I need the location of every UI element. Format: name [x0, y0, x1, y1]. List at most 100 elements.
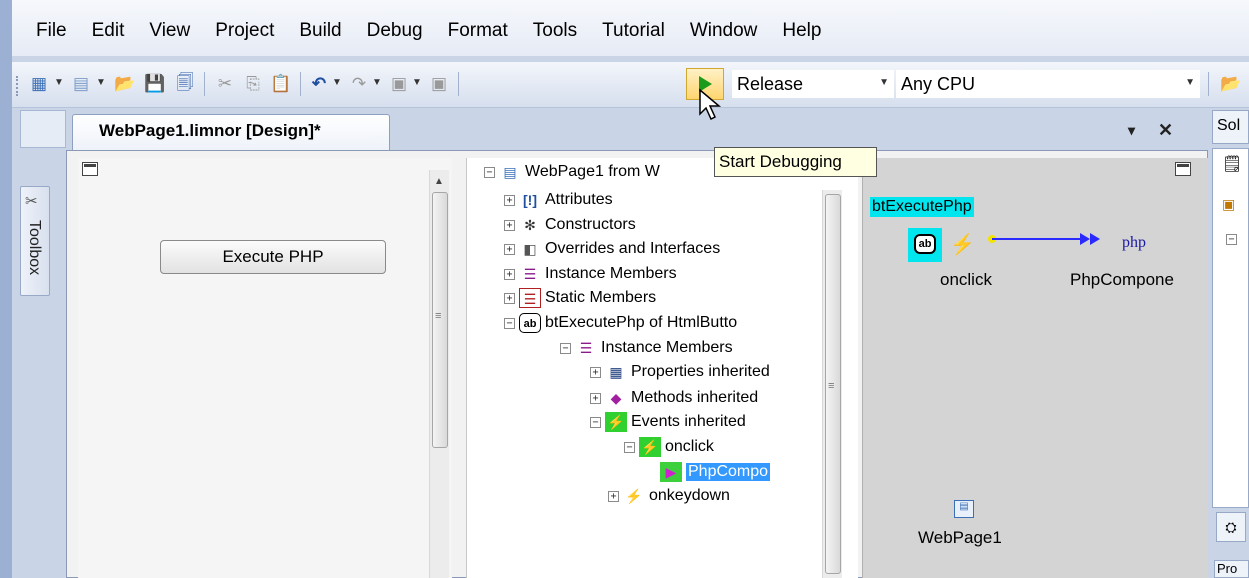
tree-item-overrides[interactable]: + ◧ Overrides and Interfaces: [504, 237, 720, 261]
tree-item-onclick[interactable]: − ⚡ onclick: [624, 435, 714, 459]
tree-item-instance-members-sub[interactable]: − ☰ Instance Members: [560, 336, 733, 360]
event-icon: ⚡: [625, 488, 643, 504]
menu-format[interactable]: Format: [448, 20, 508, 42]
menu-tutorial[interactable]: Tutorial: [602, 20, 665, 42]
solution-platform-combo[interactable]: Any CPU ▼: [896, 70, 1200, 98]
instance-members-icon: ☰: [579, 340, 593, 356]
tree-item-constructors[interactable]: + ✻ Constructors: [504, 213, 636, 237]
tree-item-label: Methods inherited: [631, 389, 759, 406]
tree-item-methods-inherited[interactable]: + ◆ Methods inherited: [590, 386, 758, 410]
redo-icon[interactable]: ↷: [346, 71, 372, 97]
collapse-icon[interactable]: −: [624, 441, 635, 453]
add-item-dropdown-icon[interactable]: ▼: [96, 77, 106, 88]
event-handler-icon: ⚡: [639, 437, 661, 457]
collapse-icon[interactable]: −: [504, 317, 515, 329]
expand-icon[interactable]: +: [504, 219, 515, 231]
menu-file[interactable]: File: [36, 20, 67, 42]
tree-item-phpcomponent[interactable]: ▶ PhpCompo: [660, 460, 771, 484]
toolbox-icon: ✂: [25, 193, 38, 210]
save-all-icon[interactable]: 🗐: [172, 71, 198, 97]
tree-item-events-inherited[interactable]: − ⚡ Events inherited: [590, 410, 746, 434]
interfaces-icon: ◧: [523, 241, 537, 257]
active-files-dropdown-icon[interactable]: ▾: [1128, 122, 1135, 139]
solution-configuration-combo[interactable]: Release ▼: [732, 70, 894, 98]
class-view-icon[interactable]: ⛭: [1216, 512, 1246, 542]
expand-icon[interactable]: +: [504, 268, 515, 280]
diagram-selected-label[interactable]: btExecutePhp: [870, 197, 974, 217]
cut-icon[interactable]: ✂: [212, 71, 238, 97]
undo-dropdown-icon[interactable]: ▼: [332, 77, 342, 88]
chevron-down-icon[interactable]: ▼: [879, 77, 889, 88]
toolbar-separator: [204, 72, 205, 96]
properties-icon[interactable]: 🗒: [1222, 154, 1242, 174]
navigate-backward-icon[interactable]: ▣: [386, 71, 412, 97]
menu-help[interactable]: Help: [782, 20, 821, 42]
menu-edit[interactable]: Edit: [92, 20, 125, 42]
add-item-icon[interactable]: ▤: [68, 71, 94, 97]
close-icon[interactable]: ✕: [1158, 120, 1173, 141]
tree-root[interactable]: − ▤ WebPage1 from W: [484, 160, 660, 184]
expand-icon[interactable]: +: [504, 243, 515, 255]
properties-icon: ▦: [609, 364, 623, 380]
new-project-icon[interactable]: ▦: [26, 71, 52, 97]
expand-icon[interactable]: +: [590, 366, 601, 378]
expand-icon[interactable]: +: [590, 392, 601, 404]
menu-view[interactable]: View: [149, 20, 190, 42]
paste-icon[interactable]: 📋: [268, 71, 294, 97]
event-lightning-icon[interactable]: ⚡: [950, 232, 975, 257]
maximize-pane-icon[interactable]: [82, 162, 98, 176]
tree-item-btexecutephp[interactable]: − ab btExecutePhp of HtmlButto: [504, 311, 737, 335]
instance-members-icon: ☰: [523, 266, 537, 282]
tab-properties[interactable]: Pro: [1214, 560, 1249, 578]
collapse-icon[interactable]: −: [1226, 234, 1237, 245]
menu-debug[interactable]: Debug: [367, 20, 423, 42]
event-link-arrow: [988, 233, 1100, 245]
expand-icon[interactable]: +: [504, 292, 515, 304]
webpage-node-icon[interactable]: ▤: [954, 500, 974, 518]
redo-dropdown-icon[interactable]: ▼: [372, 77, 382, 88]
tree-item-label: Constructors: [545, 216, 636, 233]
page-pane-scrollbar[interactable]: ▲ ≡: [429, 170, 449, 578]
navigate-forward-icon[interactable]: ▣: [426, 71, 452, 97]
copy-icon[interactable]: ⎘: [240, 71, 266, 97]
scroll-up-icon[interactable]: ▲: [434, 176, 444, 187]
tree-item-attributes[interactable]: + [!] Attributes: [504, 188, 613, 212]
collapse-icon[interactable]: −: [560, 342, 571, 354]
expand-icon[interactable]: +: [608, 490, 619, 502]
execute-php-button[interactable]: Execute PHP: [160, 240, 386, 274]
menu-window[interactable]: Window: [690, 20, 758, 42]
diagram-page-label: WebPage1: [918, 528, 1002, 547]
collapse-icon[interactable]: −: [590, 416, 601, 428]
menu-items: File Edit View Project Build Debug Forma…: [36, 20, 846, 42]
diagram-event-label: onclick: [940, 270, 992, 289]
save-icon[interactable]: 💾: [142, 71, 168, 97]
tree-item-properties-inherited[interactable]: + ▦ Properties inherited: [590, 360, 770, 384]
methods-icon: ◆: [610, 390, 622, 406]
undo-icon[interactable]: ↶: [306, 71, 332, 97]
tab-title: WebPage1.limnor [Design]*: [99, 121, 321, 140]
tree-item-label: Instance Members: [601, 339, 733, 356]
new-project-dropdown-icon[interactable]: ▼: [54, 77, 64, 88]
menu-project[interactable]: Project: [215, 20, 274, 42]
chevron-down-icon[interactable]: ▼: [1185, 77, 1195, 88]
expand-icon[interactable]: +: [504, 194, 515, 206]
navigate-dropdown-icon[interactable]: ▼: [412, 77, 422, 88]
tree-item-instance-members[interactable]: + ☰ Instance Members: [504, 262, 677, 286]
event-diagram-pane: [862, 158, 1208, 578]
web-page-form[interactable]: [101, 175, 425, 578]
php-component-icon[interactable]: php: [1122, 234, 1146, 252]
platform-value: Any CPU: [901, 73, 976, 94]
tab-solution-explorer[interactable]: Sol: [1212, 110, 1249, 144]
tree-item-onkeydown[interactable]: + ⚡ onkeydown: [608, 484, 730, 508]
menu-tools[interactable]: Tools: [533, 20, 577, 42]
collapse-icon[interactable]: −: [484, 166, 495, 178]
tree-item-static-members[interactable]: + ☰ Static Members: [504, 286, 656, 310]
toolbar-grip[interactable]: [16, 76, 20, 96]
toolbar-separator: [458, 72, 459, 96]
open-folder-icon[interactable]: 📂: [112, 71, 138, 97]
tree-scrollbar[interactable]: ≡: [822, 190, 842, 578]
solution-explorer-icon[interactable]: 📂: [1218, 71, 1244, 97]
maximize-pane-icon[interactable]: [1175, 162, 1191, 176]
tab-webpage1-design[interactable]: WebPage1.limnor [Design]*: [72, 114, 390, 150]
menu-build[interactable]: Build: [299, 20, 341, 42]
